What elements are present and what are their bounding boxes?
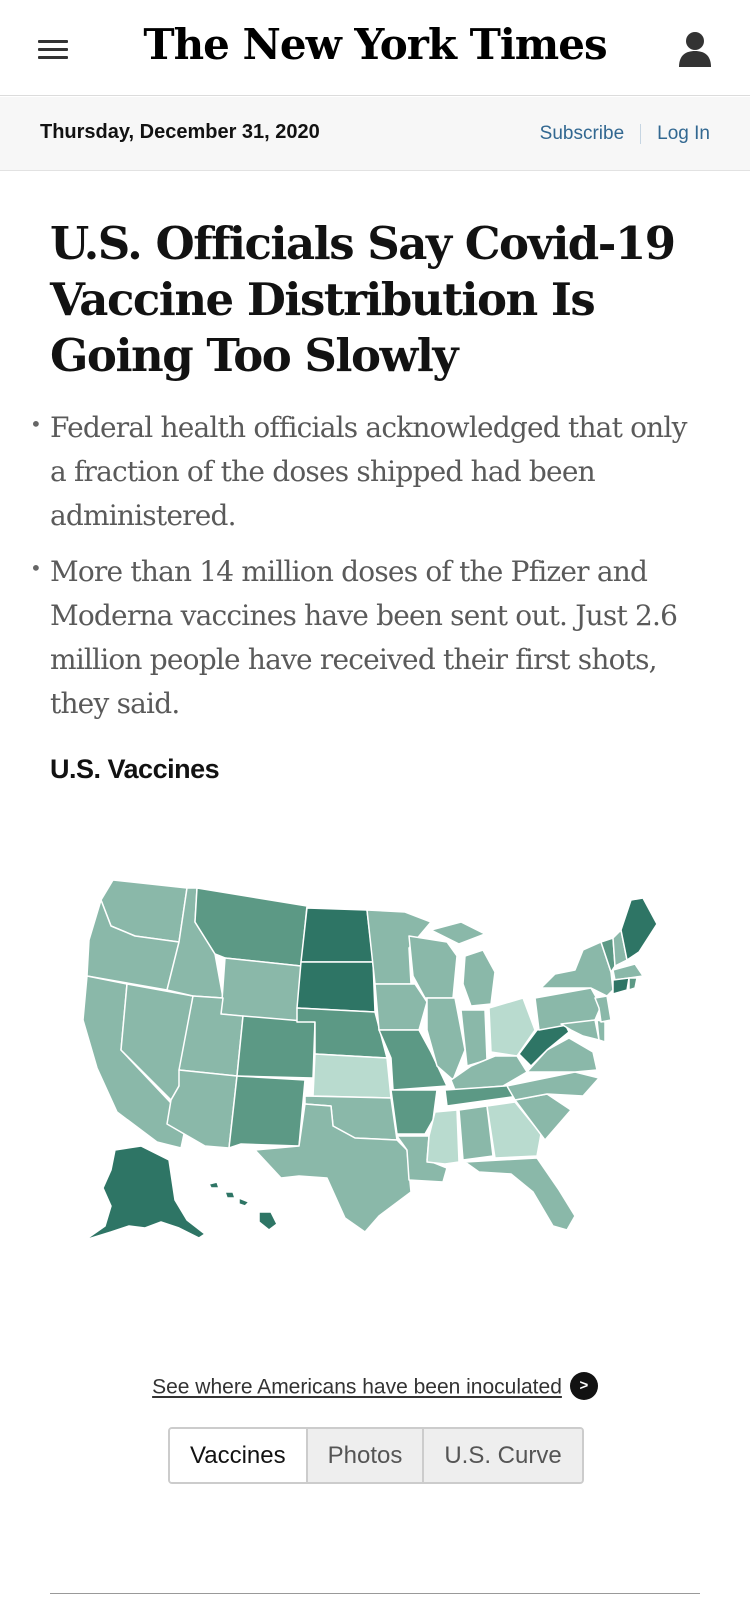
us-vaccine-map[interactable] (75, 880, 675, 1260)
tab-photos[interactable]: Photos (305, 1429, 423, 1482)
section-divider (50, 1593, 700, 1594)
state-delaware[interactable] (596, 1019, 606, 1043)
state-arkansas[interactable] (390, 1089, 438, 1135)
current-date: Thursday, December 31, 2020 (40, 121, 320, 143)
state-hawaii[interactable] (258, 1211, 278, 1231)
state-florida[interactable] (464, 1157, 576, 1231)
module-tabs: Vaccines Photos U.S. Curve (168, 1427, 584, 1484)
state-indiana[interactable] (460, 1009, 488, 1067)
date-bar: Thursday, December 31, 2020 Subscribe Lo… (0, 97, 750, 171)
tab-us-curve[interactable]: U.S. Curve (422, 1429, 582, 1482)
summary-item: • Federal health officials acknowledged t… (30, 406, 710, 538)
state-connecticut[interactable] (612, 977, 630, 995)
divider (640, 124, 642, 144)
state-new-york[interactable] (540, 941, 614, 997)
us-map-svg (82, 880, 658, 1241)
state-south-dakota[interactable] (296, 961, 376, 1013)
state-maine[interactable] (620, 897, 658, 961)
auth-links: Subscribe Log In (540, 123, 710, 145)
state-colorado[interactable] (236, 1015, 316, 1079)
map-cta[interactable]: See where Americans have been inoculated… (0, 1372, 750, 1402)
article-summary: • Federal health officials acknowledged t… (30, 406, 710, 738)
cta-link-text[interactable]: See where Americans have been inoculated (152, 1376, 562, 1399)
state-hawaii-islands-2[interactable] (238, 1197, 250, 1207)
tab-vaccines[interactable]: Vaccines (170, 1429, 306, 1482)
bullet-icon: • (30, 556, 42, 580)
state-wyoming[interactable] (220, 957, 302, 1023)
subscribe-link[interactable]: Subscribe (540, 123, 625, 145)
summary-text: Federal health officials acknowledged th… (50, 411, 687, 532)
state-hawaii-islands-3[interactable] (208, 1181, 220, 1189)
state-new-mexico[interactable] (228, 1075, 306, 1149)
site-header: The New York Times (0, 0, 750, 96)
summary-item: • More than 14 million doses of the Pfize… (30, 550, 710, 726)
arrow-right-icon[interactable]: > (569, 1372, 598, 1400)
state-kansas[interactable] (312, 1053, 392, 1099)
state-alaska[interactable] (84, 1145, 206, 1241)
module-label: U.S. Vaccines (50, 754, 220, 784)
state-iowa[interactable] (374, 983, 428, 1031)
summary-text: More than 14 million doses of the Pfizer… (50, 555, 678, 720)
bullet-icon: • (30, 412, 42, 436)
state-north-dakota[interactable] (300, 907, 374, 963)
login-link[interactable]: Log In (657, 123, 710, 145)
state-michigan[interactable] (462, 949, 496, 1007)
masthead-logo[interactable]: The New York Times (0, 20, 750, 69)
state-hawaii-islands-1[interactable] (224, 1191, 236, 1199)
account-icon[interactable] (678, 30, 712, 68)
article-headline[interactable]: U.S. Officials Say Covid-19 Vaccine Dist… (50, 216, 710, 384)
state-rhode-island[interactable] (628, 977, 638, 991)
